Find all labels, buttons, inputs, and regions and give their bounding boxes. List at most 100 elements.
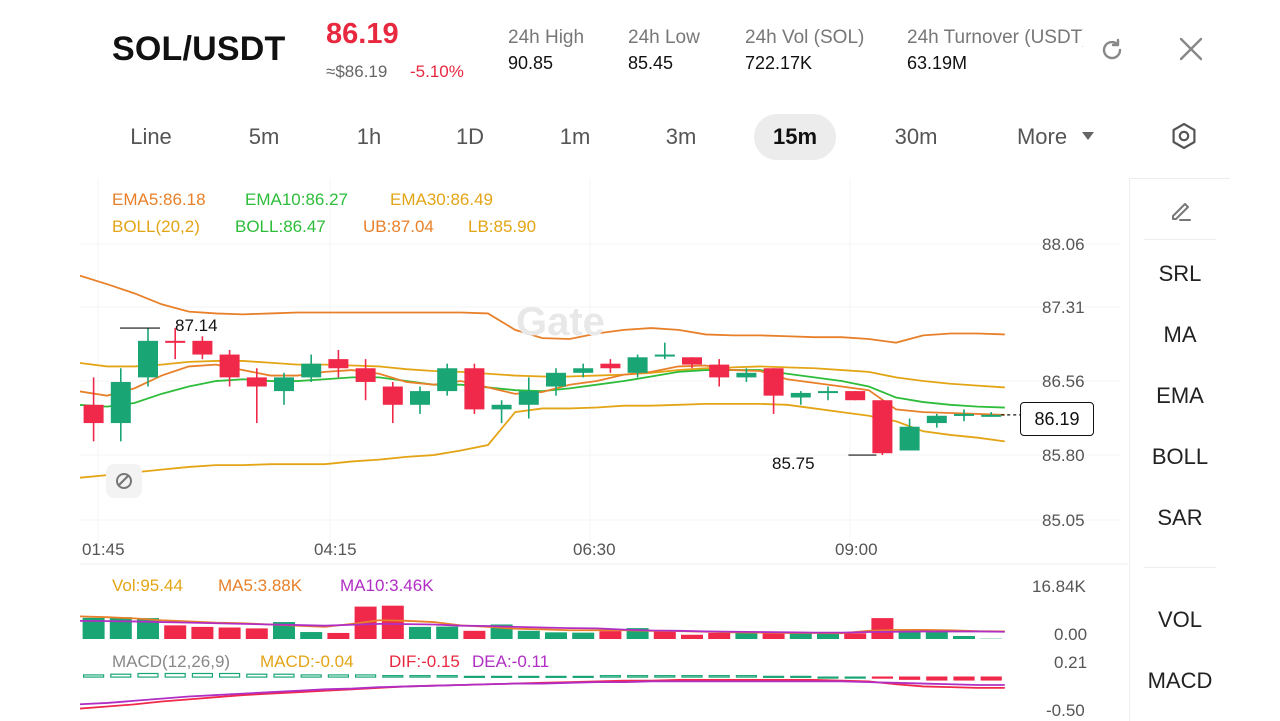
time-axis-label: 06:30 [573,540,616,560]
volume-bar [599,631,621,639]
volume-bar [681,635,703,639]
sidebar-divider [1144,567,1216,568]
sidebar-item-sar[interactable]: SAR [1130,505,1230,531]
sidebar-item-ma[interactable]: MA [1130,322,1230,348]
kline-chart[interactable] [80,178,1128,720]
tab-3m[interactable]: 3m [649,114,713,160]
sidebar-item-ema[interactable]: EMA [1130,383,1230,409]
price-axis-label: 85.05 [1042,511,1085,531]
time-axis-label: 04:15 [314,540,357,560]
stat-label: 24h Vol (SOL) [745,27,864,49]
sidebar-item-srl[interactable]: SRL [1130,261,1230,287]
price-axis-label: 86.56 [1042,372,1085,392]
macd-histogram-bar [220,673,240,677]
price-change: -5.10% [410,62,464,82]
gate-watermark: Gate [516,300,605,345]
chart-area[interactable]: Gate EMA5:86.18 EMA10:86.27 EMA30:86.49 … [80,178,1128,720]
candle-body [410,391,430,405]
tab-15m[interactable]: 15m [754,114,836,160]
macd-histogram-bar [628,676,648,677]
boll-params-label: BOLL(20,2) [112,217,200,237]
volume-bar [246,628,268,639]
candle-body [791,393,811,398]
macd-histogram-bar [437,676,457,677]
macd-histogram-bar [519,676,539,677]
macd-histogram-bar [791,676,811,677]
volume-bar [300,632,322,639]
vol-ma5-label: MA5:3.88K [218,576,302,596]
stat-value: 63.19M [907,53,1083,74]
close-icon[interactable] [1174,32,1208,66]
tab-line[interactable]: Line [112,114,190,160]
volume-bar [708,633,730,639]
candle-body [628,357,648,373]
tab-30m[interactable]: 30m [882,114,950,160]
volume-bar [654,631,676,639]
volume-bar [518,631,540,639]
macd-histogram-bar [655,676,675,677]
volume-bar [191,627,213,639]
tab-1d[interactable]: 1D [438,114,502,160]
tab-1m[interactable]: 1m [543,114,607,160]
macd-axis-bottom: -0.50 [1046,701,1085,721]
stat-24h-vol: 24h Vol (SOL) 722.17K [745,27,864,74]
vol-ma10-label: MA10:3.46K [340,576,434,596]
volume-bar [926,632,948,639]
candle-body [764,368,784,395]
pair-title[interactable]: SOL/USDT [112,30,286,69]
time-axis-label: 01:45 [82,540,125,560]
candle-body [492,405,512,410]
candle-body [954,414,974,416]
candle-body [464,368,484,409]
volume-bar [327,633,349,639]
candle-body [220,355,240,378]
low-marker-label: 85.75 [772,454,815,474]
stat-24h-low: 24h Low 85.45 [628,27,700,74]
macd-histogram-bar [84,675,104,677]
sidebar-item-macd[interactable]: MACD [1130,668,1230,694]
time-axis-label: 09:00 [835,540,878,560]
macd-histogram-bar [165,673,185,677]
macd-histogram-bar [900,677,920,679]
macd-dea-label: DEA:-0.11 [472,652,549,672]
crosshair-toggle-icon[interactable] [106,464,142,498]
boll-lower-line [80,404,1005,478]
current-price-tag: 86.19 [1020,402,1094,436]
sidebar-item-boll[interactable]: BOLL [1130,444,1230,470]
macd-histogram-bar [764,676,784,677]
macd-histogram-bar [492,676,512,677]
macd-histogram-bar [383,676,403,677]
candle-body [818,391,838,393]
volume-bar [409,627,431,639]
candle-body [356,368,376,382]
candle-body [546,373,566,387]
macd-histogram-bar [981,677,1001,680]
candle-body [600,364,620,369]
tab-more[interactable]: More [1004,114,1080,160]
tab-more-label: More [1017,124,1067,149]
ema10-label: EMA10:86.27 [245,190,348,210]
tab-5m[interactable]: 5m [232,114,296,160]
price-axis-label: 87.31 [1042,298,1085,318]
candle-body [301,364,321,378]
high-marker-label: 87.14 [175,316,218,336]
volume-bar [436,627,458,639]
candle-body [247,377,267,386]
macd-axis-top: 0.21 [1054,653,1087,673]
candle-body [845,391,865,400]
volume-bar [219,627,241,639]
macd-histogram-bar [709,676,729,677]
candle-body [328,359,348,368]
sidebar-item-vol[interactable]: VOL [1130,607,1230,633]
candle-body [736,373,756,378]
macd-histogram-bar [356,675,376,677]
draw-pencil-icon[interactable] [1166,195,1196,225]
ticker-header: SOL/USDT 86.19 ≈$86.19 -5.10% 24h High 9… [0,0,1280,98]
candle-body [682,357,702,364]
candle-body [383,387,403,405]
macd-histogram-bar [818,677,838,678]
stat-label: 24h Low [628,27,700,49]
tab-1h[interactable]: 1h [337,114,401,160]
refresh-icon[interactable] [1096,34,1128,66]
settings-icon[interactable] [1166,118,1202,154]
